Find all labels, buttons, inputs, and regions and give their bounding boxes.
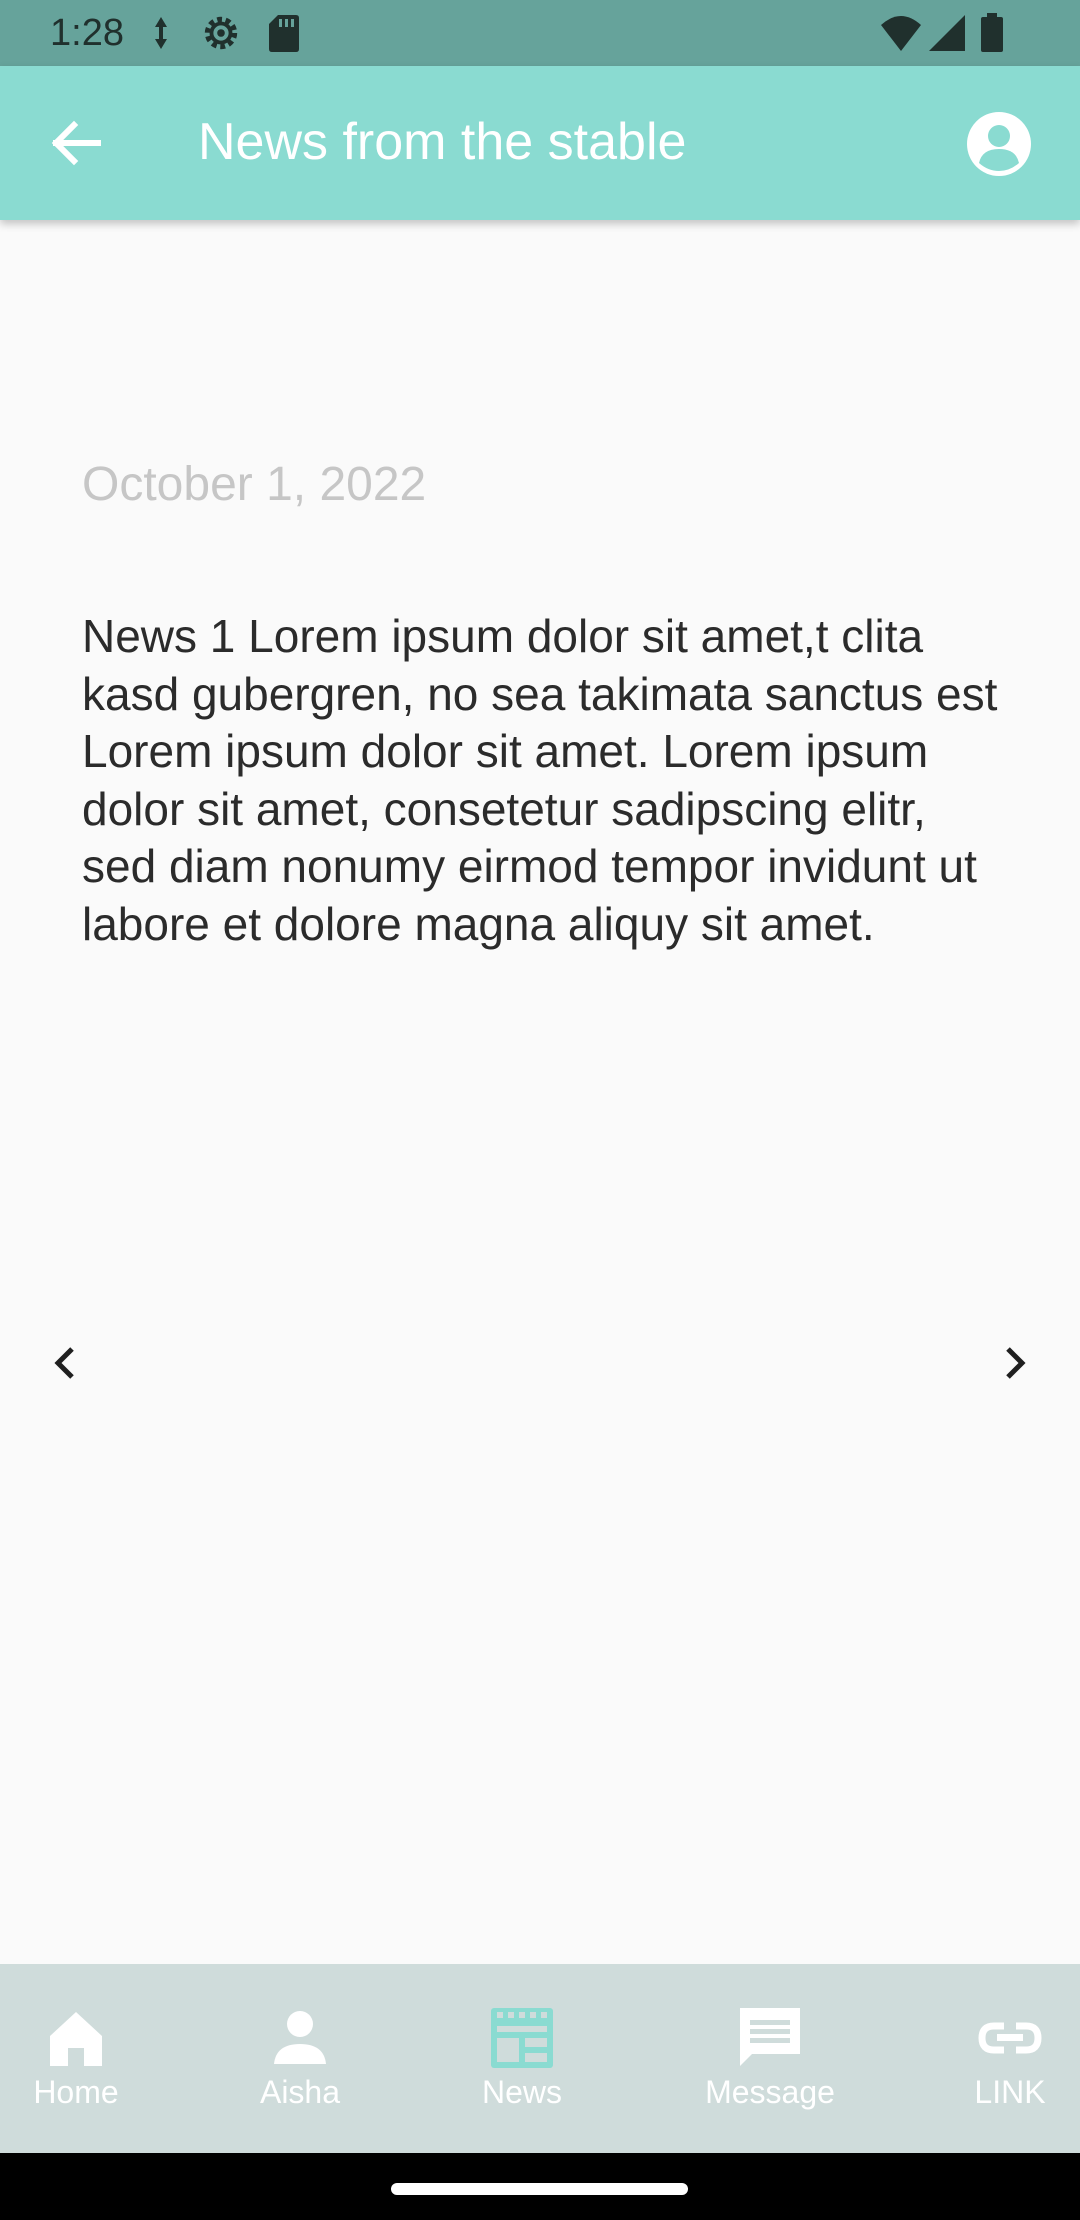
news-body: News 1 Lorem ipsum dolor sit amet,t clit… xyxy=(82,610,998,950)
news-icon xyxy=(491,2008,553,2068)
person-icon xyxy=(274,2011,326,2064)
sd-card-icon xyxy=(269,15,299,52)
account-icon[interactable] xyxy=(966,111,1032,177)
previous-chevron-icon[interactable] xyxy=(38,1335,94,1391)
back-arrow-icon[interactable] xyxy=(36,103,116,183)
home-gesture-handle[interactable] xyxy=(391,2183,688,2195)
bottom-navigation: Home Aisha News Message LINK xyxy=(0,1964,1080,2153)
status-bar: 1:28 xyxy=(0,0,1080,66)
nav-label-aisha: Aisha xyxy=(259,2074,341,2110)
page-title: News from the stable xyxy=(198,113,687,171)
settings-icon xyxy=(204,16,238,50)
status-time: 1:28 xyxy=(50,12,124,54)
nav-item-message[interactable]: Message xyxy=(680,1964,860,2153)
news-date: October 1, 2022 xyxy=(82,458,427,511)
gesture-bar xyxy=(0,2153,1080,2220)
nav-label-news: News xyxy=(481,2074,562,2110)
screen: 1:28 News from the stable October 1, 202… xyxy=(0,0,1080,2220)
signal-icon xyxy=(929,15,965,51)
next-chevron-icon[interactable] xyxy=(986,1335,1042,1391)
wifi-icon xyxy=(881,16,921,51)
nav-item-link[interactable]: LINK xyxy=(940,1964,1080,2153)
message-icon xyxy=(740,2008,800,2066)
app-bar: News from the stable xyxy=(0,66,1080,220)
nav-label-home: Home xyxy=(33,2074,119,2110)
data-saver-icon xyxy=(155,17,167,49)
nav-item-news[interactable]: News xyxy=(446,1964,598,2153)
nav-label-message: Message xyxy=(705,2074,835,2110)
home-icon xyxy=(50,2012,102,2066)
link-icon xyxy=(978,2022,1042,2054)
nav-label-link: LINK xyxy=(974,2074,1046,2110)
battery-icon xyxy=(981,13,1003,52)
nav-item-home[interactable]: Home xyxy=(0,1964,152,2153)
nav-item-aisha[interactable]: Aisha xyxy=(224,1964,376,2153)
